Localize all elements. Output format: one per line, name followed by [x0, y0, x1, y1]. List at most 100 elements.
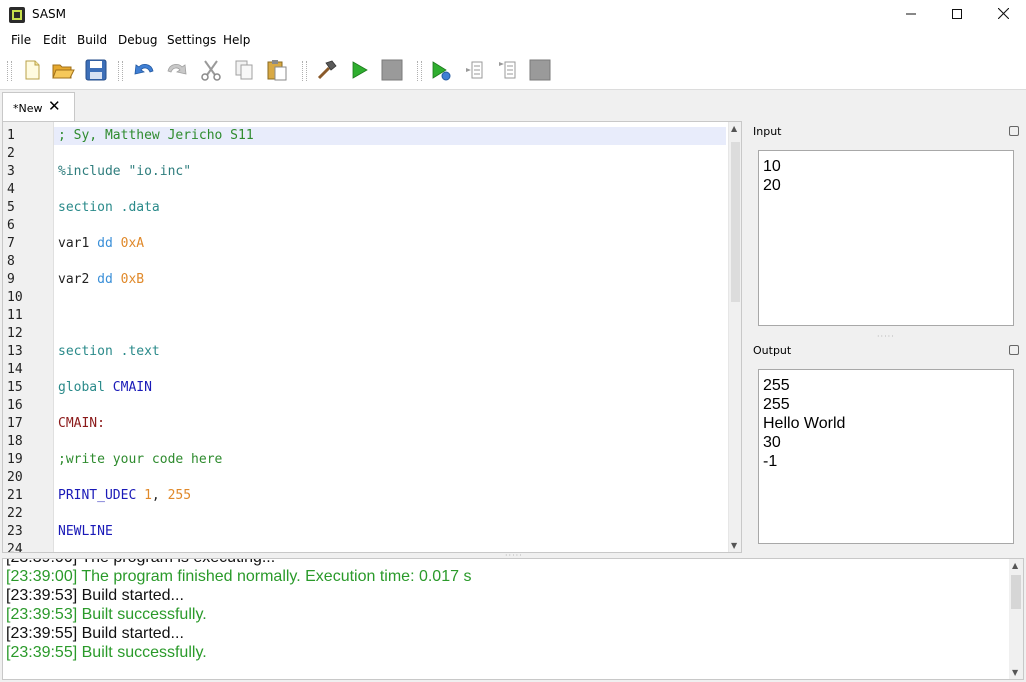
new-file-button[interactable]	[20, 58, 44, 82]
line-number: 23	[7, 524, 23, 539]
line-number-gutter: 1 2 3 4 5 6 7 8 9 10 11 12 13 14 15 16 17 18 19 20 21 22 23 24	[3, 122, 54, 552]
line-number: 9	[7, 272, 15, 287]
input-float-icon[interactable]	[1009, 126, 1019, 136]
log-entry: [23:39:00] The program finished normally…	[6, 568, 472, 585]
text-line: 10	[763, 158, 781, 175]
play-icon	[352, 61, 368, 79]
line-number: 1	[7, 128, 15, 143]
tab-new[interactable]: *New ✕	[2, 92, 75, 121]
code-token: ; Sy, Matthew Jericho S11	[58, 128, 254, 143]
stop-button[interactable]	[380, 58, 404, 82]
tab-close-icon[interactable]: ✕	[48, 97, 61, 115]
maximize-icon	[952, 9, 962, 19]
code-area[interactable]: ; Sy, Matthew Jericho S11 %include "io.in…	[54, 122, 728, 552]
step-into-button[interactable]	[463, 58, 487, 82]
line-number: 20	[7, 470, 23, 485]
io-splitter-handle[interactable]: ·····	[877, 332, 895, 341]
open-file-button[interactable]	[51, 58, 75, 82]
line-number: 6	[7, 218, 15, 233]
toolbar-grip[interactable]	[7, 61, 12, 81]
close-icon	[997, 7, 1009, 20]
copy-icon	[235, 60, 253, 80]
copy-button[interactable]	[232, 58, 256, 82]
log-entry: [23:39:53] Build started...	[6, 587, 184, 604]
maximize-button[interactable]	[934, 0, 980, 30]
code-token: CMAIN	[112, 380, 152, 395]
save-button[interactable]	[84, 58, 108, 82]
code-line: section .text	[58, 343, 160, 361]
line-number: 3	[7, 164, 15, 179]
cut-button[interactable]	[199, 58, 223, 82]
minimize-button[interactable]	[888, 0, 934, 30]
line-number: 11	[7, 308, 23, 323]
text-line: Hello World	[763, 415, 846, 432]
close-window-button[interactable]	[980, 0, 1026, 30]
debug-button[interactable]	[429, 58, 453, 82]
log-entry: [23:39:55] Built successfully.	[6, 644, 207, 661]
scroll-up-icon[interactable]: ▲	[731, 124, 737, 133]
menu-debug[interactable]: Debug	[118, 33, 157, 47]
output-textbox: 255 255 Hello World 30 -1	[758, 369, 1014, 544]
line-number: 8	[7, 254, 15, 269]
line-number: 17	[7, 416, 23, 431]
build-button[interactable]	[314, 58, 338, 82]
log-entry: [23:39:53] Built successfully.	[6, 606, 207, 623]
new-file-icon	[25, 60, 40, 80]
text-line: 30	[763, 434, 781, 451]
redo-icon	[167, 63, 187, 75]
code-token: section .data	[58, 200, 160, 215]
scroll-down-icon[interactable]: ▼	[1012, 668, 1018, 677]
undo-button[interactable]	[132, 58, 156, 82]
menu-file[interactable]: File	[11, 33, 31, 47]
debug-play-icon	[432, 61, 451, 81]
step-over-button[interactable]	[496, 58, 520, 82]
line-number: 14	[7, 362, 23, 377]
editor-scroll-thumb[interactable]	[731, 142, 740, 302]
redo-button[interactable]	[165, 58, 189, 82]
line-number: 4	[7, 182, 15, 197]
input-textbox[interactable]: 10 20	[758, 150, 1014, 326]
scroll-down-icon[interactable]: ▼	[731, 541, 737, 550]
code-token: PRINT_UDEC	[58, 488, 145, 503]
text-line: 255	[763, 396, 790, 413]
code-line: %include "io.inc"	[58, 163, 191, 181]
editor-vertical-scrollbar[interactable]: ▲ ▼	[728, 122, 741, 552]
code-token: ,	[151, 488, 168, 503]
line-number: 16	[7, 398, 23, 413]
line-number: 13	[7, 344, 23, 359]
run-button[interactable]	[347, 58, 371, 82]
line-number: 12	[7, 326, 23, 341]
log-vertical-scrollbar[interactable]: ▲ ▼	[1009, 559, 1023, 679]
toolbar-separator	[417, 61, 422, 81]
code-editor[interactable]: 1 2 3 4 5 6 7 8 9 10 11 12 13 14 15 16 17 18 19 20 21 22 23 24 …	[2, 121, 742, 553]
window-title: SASM	[32, 7, 67, 21]
paste-button[interactable]	[265, 58, 289, 82]
code-line: var2 dd 0xB	[58, 271, 144, 289]
menu-build[interactable]: Build	[77, 33, 107, 47]
code-token: var1	[58, 236, 98, 251]
step-into-icon	[466, 61, 483, 79]
code-token: %include "io.inc"	[58, 164, 192, 179]
scroll-up-icon[interactable]: ▲	[1012, 561, 1018, 570]
debug-stop-button[interactable]	[528, 58, 552, 82]
code-line: section .data	[58, 199, 160, 217]
code-line: var1 dd 0xA	[58, 235, 144, 253]
log-scroll-thumb[interactable]	[1011, 575, 1021, 609]
menu-edit[interactable]: Edit	[43, 33, 66, 47]
line-number: 7	[7, 236, 15, 251]
code-line: ;write your code here	[58, 451, 222, 469]
menu-settings[interactable]: Settings	[167, 33, 216, 47]
io-panel: Input 10 20 ····· Output 255 255 Hello Worl…	[745, 121, 1026, 553]
code-line: CMAIN:	[58, 415, 105, 433]
text-line: -1	[763, 453, 778, 470]
text-line: 255	[763, 377, 790, 394]
line-number: 15	[7, 380, 23, 395]
code-token: 0xB	[120, 272, 145, 287]
output-float-icon[interactable]	[1009, 345, 1019, 355]
code-token: var2	[58, 272, 98, 287]
code-token: NEWLINE	[58, 524, 113, 539]
menu-help[interactable]: Help	[223, 33, 250, 47]
line-number: 18	[7, 434, 23, 449]
code-line: global CMAIN	[58, 379, 152, 397]
title-bar: SASM	[0, 0, 1026, 30]
